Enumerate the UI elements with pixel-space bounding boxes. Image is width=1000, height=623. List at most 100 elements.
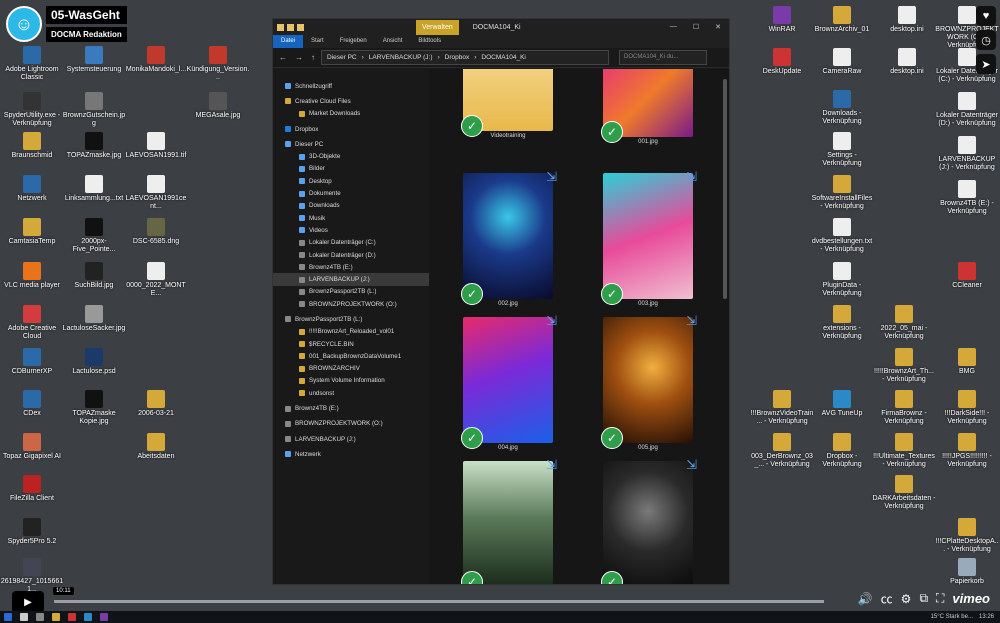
desktop-icon[interactable]: 003_DerBrownz_03_... - Verknüpfung — [750, 433, 814, 469]
breadcrumb-item[interactable]: Dropbox — [445, 54, 470, 61]
desktop-icon[interactable]: FileZilla Client — [0, 475, 64, 503]
nav-item[interactable]: BROWNZARCHIV — [273, 363, 429, 375]
nav-item[interactable]: BROWNZPROJEKTWORK (O:) — [273, 418, 429, 430]
desktop-icon[interactable]: Linksammlung...txt — [62, 175, 126, 203]
desktop-icon[interactable]: DARKArbeitsdaten - Verknüpfung — [872, 475, 936, 511]
desktop-icon[interactable]: Brownz4TB (E:) - Verknüpfung — [935, 180, 999, 216]
nav-item[interactable]: Brownz4TB (E:) — [273, 402, 429, 414]
desktop-icon[interactable]: !!!Ultimate_Textures - Verknüpfung — [872, 433, 936, 469]
desktop-icon[interactable]: SoftwareInstallFiles - Verknüpfung — [810, 175, 874, 211]
desktop-icon[interactable]: Spyder5Pro 5.2 — [0, 518, 64, 546]
maximize-icon[interactable]: ☐ — [693, 23, 699, 31]
desktop-icon[interactable]: MEGAsale.jpg — [186, 92, 250, 120]
close-icon[interactable]: ✕ — [715, 23, 721, 31]
desktop-icon[interactable]: VLC media player — [0, 262, 64, 290]
volume-icon[interactable]: 🔊 — [858, 592, 873, 606]
folder-item[interactable]: ✓ Videotraining — [461, 69, 553, 139]
image-thumbnail[interactable]: ⇲ ✓ 005.jpg — [601, 313, 697, 451]
nav-item[interactable]: Lokaler Datenträger (C:) — [273, 237, 429, 249]
desktop-icon[interactable]: extensions - Verknüpfung — [810, 305, 874, 341]
nav-item[interactable]: !!!!!BrownzArt_Reloaded_vol01 — [273, 326, 429, 338]
app-taskbar-icon[interactable] — [100, 613, 108, 621]
image-thumbnail[interactable]: ⇲✓006.jpg — [461, 457, 557, 584]
like-heart-icon[interactable]: ♥ — [976, 6, 996, 26]
desktop-icon[interactable]: 0000_2022_MONTE... — [124, 262, 188, 298]
up-arrow-icon[interactable]: ↑ — [311, 53, 315, 62]
desktop-icon[interactable]: 2006-03-21 — [124, 390, 188, 418]
nav-item[interactable]: Downloads — [273, 200, 429, 212]
nav-item[interactable]: System Volume Information — [273, 375, 429, 387]
tab-datei[interactable]: Datei — [273, 35, 304, 48]
desktop-icon[interactable]: Kündigung_Version... — [186, 46, 250, 82]
explorer-taskbar-icon[interactable] — [52, 613, 60, 621]
captions-icon[interactable]: ㏄ — [881, 590, 893, 607]
desktop-icon[interactable]: Abeitsdaten — [124, 433, 188, 461]
desktop-icon[interactable]: Braunschmid — [0, 132, 64, 160]
nav-item[interactable]: Videos — [273, 224, 429, 236]
taskview-icon[interactable] — [36, 613, 44, 621]
nav-item[interactable]: BrownzPassport2TB (L:) — [273, 286, 429, 298]
image-thumbnail[interactable]: ⇲ ✓ 004.jpg — [461, 313, 557, 451]
nav-item[interactable]: Desktop — [273, 175, 429, 187]
desktop-icon[interactable]: Lactulose.psd — [62, 348, 126, 376]
nav-item[interactable]: Dokumente — [273, 187, 429, 199]
watch-later-clock-icon[interactable]: ◷ — [976, 30, 996, 50]
nav-item[interactable]: Brownz4TB (E:) — [273, 261, 429, 273]
nav-item[interactable]: Dropbox — [273, 123, 429, 135]
desktop-icon[interactable]: LAEVOSAN1991.tif — [124, 132, 188, 160]
nav-item[interactable]: 001_BackupBrownzDataVolume1 — [273, 350, 429, 362]
desktop-icon[interactable]: CCleaner — [935, 262, 999, 290]
nav-item[interactable]: undsonst — [273, 387, 429, 399]
search-icon[interactable] — [20, 613, 28, 621]
forward-arrow-icon[interactable]: → — [295, 53, 303, 62]
tab-freigeben[interactable]: Freigeben — [332, 35, 375, 48]
desktop-icon[interactable]: MonikaMandoki_l... — [124, 46, 188, 74]
desktop-icon[interactable]: BMG — [935, 348, 999, 376]
desktop-icon[interactable]: CamtasiaTemp — [0, 218, 64, 246]
breadcrumb-item[interactable]: LARVENBACKUP (J:) — [369, 54, 433, 61]
nav-item[interactable]: Netzwerk — [273, 448, 429, 460]
minimize-icon[interactable]: — — [670, 23, 677, 31]
nav-item[interactable]: LARVENBACKUP (J:) — [273, 273, 429, 286]
play-button[interactable]: ▶ — [12, 591, 44, 613]
nav-item[interactable]: LARVENBACKUP (J:) — [273, 433, 429, 445]
desktop-icon[interactable]: LAEVOSAN1991cent... — [124, 175, 188, 211]
back-arrow-icon[interactable]: ← — [279, 53, 287, 62]
desktop-icon[interactable]: Adobe Lightroom Classic — [0, 46, 64, 82]
nav-item[interactable]: Musik — [273, 212, 429, 224]
desktop-icon[interactable]: LARVENBACKUP (J:) - Verknüpfung — [935, 136, 999, 172]
breadcrumb-item[interactable]: DOCMA104_Ki — [481, 54, 525, 61]
desktop-icon[interactable]: Downloads - Verknüpfung — [810, 90, 874, 126]
share-icon[interactable]: ➤ — [976, 54, 996, 74]
desktop-icon[interactable]: Netzwerk — [0, 175, 64, 203]
pip-icon[interactable]: ⧉ — [919, 591, 928, 606]
desktop-icon[interactable]: Topaz Gigapixel AI — [0, 433, 64, 461]
video-title[interactable]: 05-WasGeht — [46, 6, 127, 24]
desktop-icon[interactable]: Dropbox - Verknüpfung — [810, 433, 874, 469]
desktop-icon[interactable]: !!!CPlatteDesktopA... - Verknüpfung — [935, 518, 999, 554]
desktop-icon[interactable]: desktop.ini — [875, 6, 939, 34]
fullscreen-icon[interactable]: ⛶ — [936, 591, 944, 606]
app-taskbar-icon[interactable] — [68, 613, 76, 621]
breadcrumb-item[interactable]: Dieser PC — [327, 54, 357, 61]
desktop-icon[interactable]: TOPAZmaske.jpg — [62, 132, 126, 160]
desktop-icon[interactable]: !!!BrownzVideoTrain... - Verknüpfung — [750, 390, 814, 426]
tab-bildtools[interactable]: Bildtools — [410, 35, 449, 48]
desktop-icon[interactable]: !!!!!JPGS!!!!!!!!! - Verknüpfung — [935, 433, 999, 469]
desktop-icon[interactable]: SuchBild.jpg — [62, 262, 126, 290]
desktop-icon[interactable]: Papierkorb — [935, 558, 999, 586]
nav-item[interactable]: Bilder — [273, 163, 429, 175]
desktop-icon[interactable]: SpyderUtility.exe - Verknüpfung — [0, 92, 64, 128]
desktop-icon[interactable]: !!!DarkSide!!! - Verknüpfung — [935, 390, 999, 426]
tab-ansicht[interactable]: Ansicht — [375, 35, 411, 48]
settings-gear-icon[interactable]: ⚙ — [901, 592, 912, 606]
desktop-icon[interactable]: Adobe Creative Cloud — [0, 305, 64, 341]
scrollbar[interactable] — [723, 79, 727, 299]
desktop-icon[interactable]: BrownzGutschein.jpg — [62, 92, 126, 128]
app-taskbar-icon[interactable] — [84, 613, 92, 621]
search-input[interactable]: DOCMA104_Ki du... — [619, 50, 707, 65]
desktop-icon[interactable]: desktop.ini — [875, 48, 939, 76]
channel-name[interactable]: DOCMA Redaktion — [46, 27, 127, 42]
desktop-icon[interactable]: AVG TuneUp — [810, 390, 874, 418]
start-icon[interactable] — [4, 613, 12, 621]
